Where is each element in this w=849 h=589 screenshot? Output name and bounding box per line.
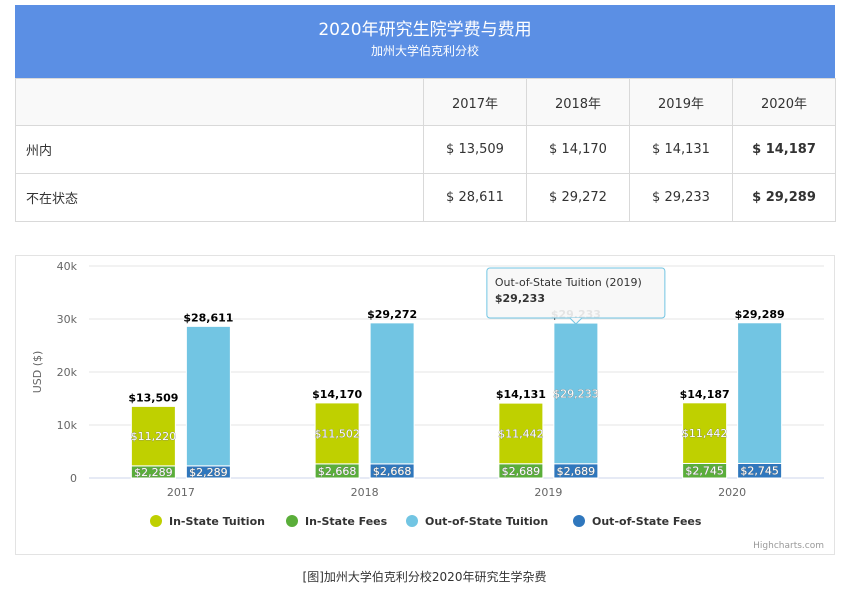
legend-marker xyxy=(150,515,162,527)
table-cell: $ 14,170 xyxy=(526,125,630,174)
chart-panel: 0 10k 20k 30k 40k USD ($) 2017 2018 2019 2020 $2,2… xyxy=(15,255,835,555)
table-header-row: 2017年 2018年 2019年 2020年 xyxy=(15,78,836,126)
data-label: $11,442 xyxy=(682,427,728,440)
table-cell: $ 13,509 xyxy=(423,125,527,174)
bar-segment xyxy=(185,325,231,467)
legend-marker xyxy=(286,515,298,527)
bar-segment xyxy=(369,322,415,465)
data-label: $2,289 xyxy=(134,466,173,479)
legend-label: In-State Fees xyxy=(305,515,388,528)
table-header-banner: 2020年研究生院学费与费用 加州大学伯克利分校 xyxy=(15,5,835,78)
table-title: 2020年研究生院学费与费用 xyxy=(318,20,532,40)
legend-label: Out-of-State Tuition xyxy=(425,515,548,528)
header-cell-blank xyxy=(15,78,424,126)
stack-total-label: $13,509 xyxy=(128,391,178,404)
table-cell: $ 29,233 xyxy=(629,173,733,222)
y-tick-label: 10k xyxy=(57,419,78,432)
stack-total-label: $28,611 xyxy=(183,311,233,324)
header-cell-2018: 2018年 xyxy=(526,78,630,126)
tooltip-title: Out-of-State Tuition (2019) xyxy=(495,276,642,289)
stacked-bar-chart: 0 10k 20k 30k 40k USD ($) 2017 2018 2019 2020 $2,2… xyxy=(31,260,824,551)
legend-marker xyxy=(573,515,585,527)
tooltip-value: $29,233 xyxy=(495,292,545,305)
header-cell-2020: 2020年 xyxy=(732,78,836,126)
stack-total-label: $14,170 xyxy=(312,388,362,401)
tuition-table: 2017年 2018年 2019年 2020年 州内 $ 13,509 $ 14… xyxy=(15,78,836,222)
table-cell: $ 14,131 xyxy=(629,125,733,174)
data-label: $2,745 xyxy=(740,465,779,478)
y-tick-label: 0 xyxy=(70,472,77,485)
x-tick-label: 2020 xyxy=(718,486,746,499)
tuition-table-panel: 2020年研究生院学费与费用 加州大学伯克利分校 2017年 2018年 201… xyxy=(15,5,836,222)
row-label: 州内 xyxy=(15,125,424,174)
data-label: $2,668 xyxy=(318,465,357,478)
x-tick-label: 2018 xyxy=(351,486,379,499)
y-tick-label: 30k xyxy=(57,313,78,326)
data-label: $2,668 xyxy=(373,465,412,478)
y-tick-label: 40k xyxy=(57,260,78,273)
stack-total-label: $14,187 xyxy=(680,388,730,401)
data-label: $2,689 xyxy=(557,465,596,478)
header-cell-2019: 2019年 xyxy=(629,78,733,126)
data-label: $11,442 xyxy=(498,427,544,440)
y-tick-label: 20k xyxy=(57,366,78,379)
data-label: $2,745 xyxy=(685,465,724,478)
stack-total-label: $14,131 xyxy=(496,388,546,401)
table-cell: $ 29,272 xyxy=(526,173,630,222)
table-cell: $ 29,289 xyxy=(732,173,836,222)
legend-label: Out-of-State Fees xyxy=(592,515,702,528)
x-tick-label: 2017 xyxy=(167,486,195,499)
legend-label: In-State Tuition xyxy=(169,515,265,528)
credits-link: Highcharts.com xyxy=(753,541,824,551)
row-label: 不在状态 xyxy=(15,173,424,222)
table-subtitle: 加州大学伯克利分校 xyxy=(370,44,479,58)
table-cell: $ 14,187 xyxy=(732,125,836,174)
x-tick-label: 2019 xyxy=(534,486,562,499)
legend-marker xyxy=(406,515,418,527)
data-label: $2,689 xyxy=(502,465,541,478)
data-label: $2,289 xyxy=(189,466,228,479)
stack-total-label: $29,272 xyxy=(367,308,417,321)
table-cell: $ 28,611 xyxy=(423,173,527,222)
y-axis-title: USD ($) xyxy=(31,351,44,394)
stack-total-label: $29,289 xyxy=(735,308,785,321)
header-cell-2017: 2017年 xyxy=(423,78,527,126)
figure-caption: [图]加州大学伯克利分校2020年研究生学杂费 xyxy=(302,570,547,584)
data-label: $29,233 xyxy=(553,387,599,400)
data-label: $11,502 xyxy=(314,427,360,440)
data-label: $11,220 xyxy=(131,430,177,443)
bar-segment xyxy=(737,322,783,464)
table-row-out-of-state: 不在状态 $ 28,611 $ 29,272 $ 29,233 $ 29,289 xyxy=(15,173,836,222)
table-row-in-state: 州内 $ 13,509 $ 14,170 $ 14,131 $ 14,187 xyxy=(15,125,836,174)
